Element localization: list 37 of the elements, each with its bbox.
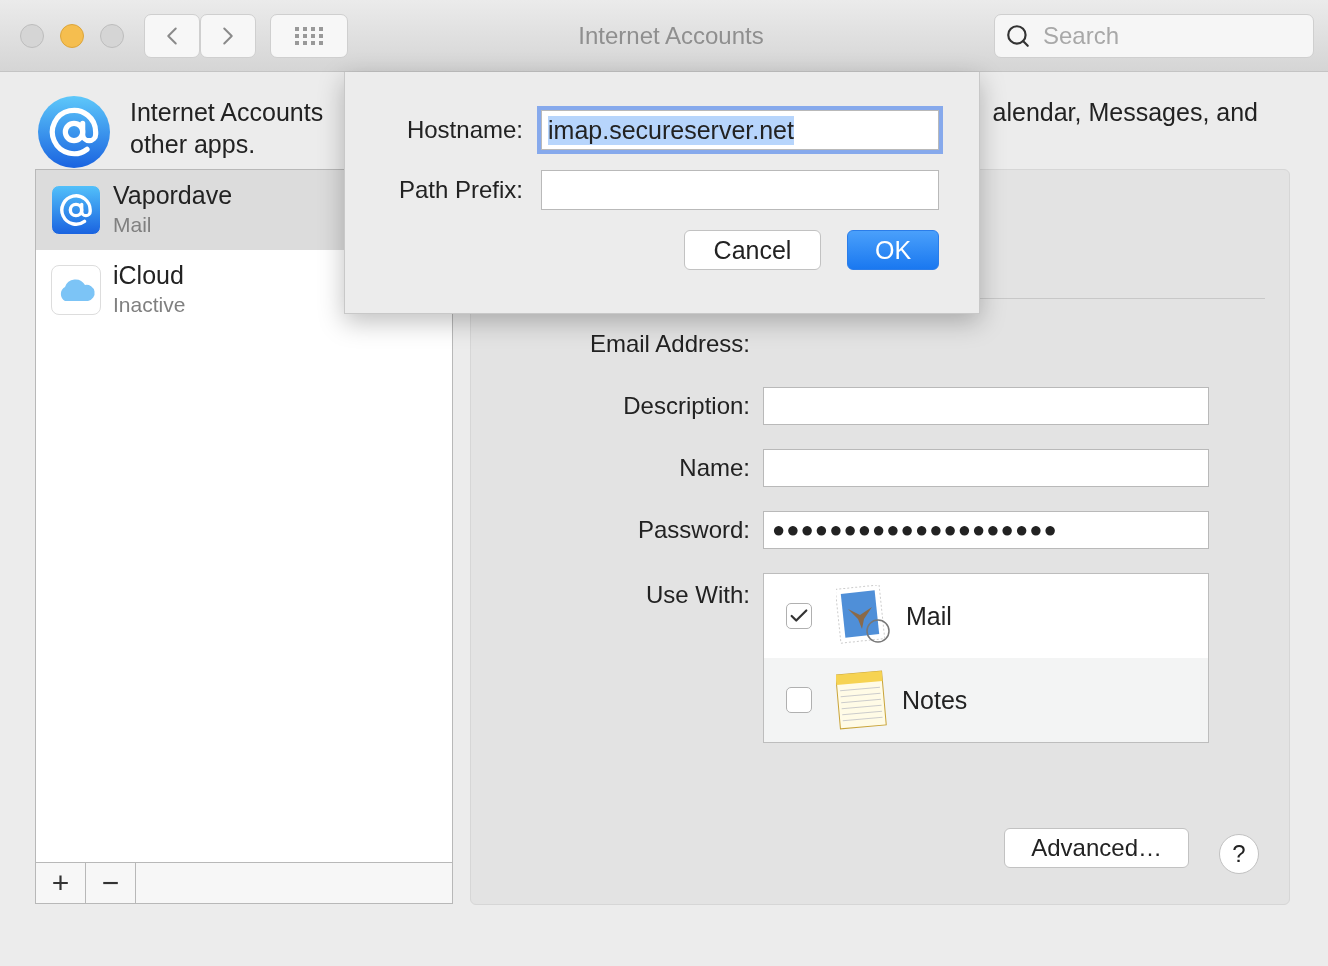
forward-button[interactable] [200,13,256,58]
field-label: Password: [636,516,750,544]
back-button[interactable] [144,13,200,58]
input-field[interactable] [763,449,1209,487]
show-all-button[interactable] [270,13,348,58]
field-label: Name: [678,454,750,482]
notepad-icon [836,669,888,731]
description-text: alendar, Messages, and [992,97,1258,128]
window-title: Internet Accounts [577,21,765,50]
advanced-button[interactable]: Advanced… [1004,828,1189,868]
app-name: Notes [902,685,968,715]
account-detail: Inactive [113,292,186,318]
account-detail: Mail [113,212,153,238]
input-field[interactable] [541,170,939,210]
input-field[interactable]: ●●●●●●●●●●●●●●●●●●●● [763,511,1209,549]
field-label: Hostname: [405,116,523,144]
field-label: Description: [622,392,750,420]
stamp-icon [836,585,892,647]
input-field[interactable] [763,387,1209,425]
checkbox[interactable] [786,687,812,713]
account-name: Vapordave [113,180,233,210]
account-name: iCloud [113,260,185,290]
close-button[interactable] [20,23,44,48]
checkbox[interactable] [786,603,812,629]
help-button[interactable]: ? [1219,834,1259,874]
search-icon [1005,22,1031,49]
search-input[interactable]: Search [1041,20,1285,51]
search-field[interactable]: Search [994,13,1314,58]
minimize-button[interactable] [60,23,84,48]
app-name: Mail [906,601,952,631]
grid-icon [294,25,324,46]
description-text: Internet Accounts other apps. [130,97,324,160]
zoom-button[interactable] [100,23,124,48]
field-label: Use With: [645,580,750,609]
at-sign-icon [51,185,101,235]
cancel-button[interactable]: Cancel [684,230,821,270]
field-label: Email Address: [588,330,750,358]
